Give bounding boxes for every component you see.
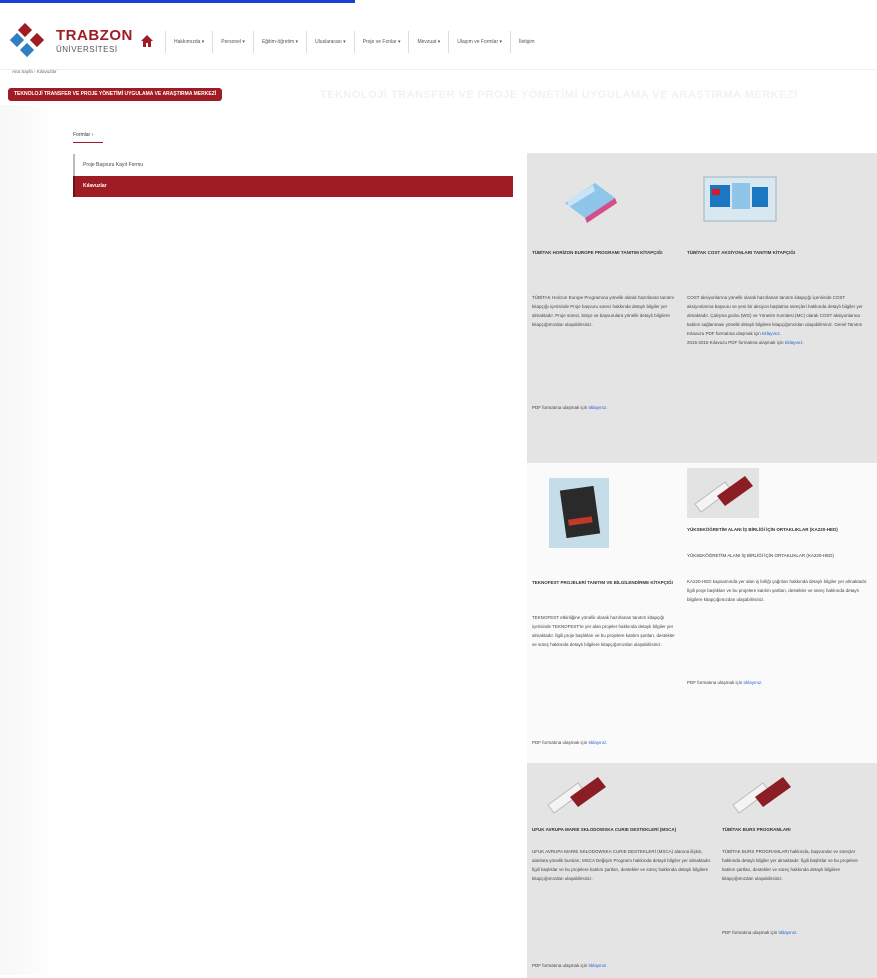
guide-card-title: TÜBİTAK HORİZON EUROPE PROGRAMI TANITIM … xyxy=(532,250,663,255)
pdf-prefix: PDF formatına ulaşmak için xyxy=(532,405,588,410)
guide-card: TÜBİTAK HORİZON EUROPE PROGRAMI TANITIM … xyxy=(527,153,682,463)
guide-card-body: TÜBİTAK Horizon Europe Programına yöneli… xyxy=(532,295,674,327)
nav-item-uluslararasi[interactable]: Uluslararası ▾ xyxy=(306,31,354,53)
nav-item-ulasim-formlar[interactable]: Ulaşım ve Formlar ▾ xyxy=(448,31,510,53)
brochure-thumbnail-icon xyxy=(703,176,777,222)
guide-card-subtitle: YÜKSEKÖĞRETİM ALANI İŞ BİRLİĞİ İÇİN ORTA… xyxy=(687,553,834,558)
brochure-thumbnail-icon xyxy=(549,478,609,548)
guide-card-pdf: PDF formatına ulaşmak için tıklayınız. xyxy=(687,678,872,687)
nav-item-personel[interactable]: Personel ▾ xyxy=(212,31,253,53)
site-header: TRABZON ÜNİVERSİTESİ Hakkımızda ▾ Person… xyxy=(0,10,877,70)
brochure-thumbnail-icon xyxy=(732,777,791,814)
brochure-thumbnail-icon xyxy=(547,777,606,814)
main-navigation: Hakkımızda ▾ Personel ▾ Eğitim-öğretim ▾… xyxy=(165,30,543,54)
guide-card: TÜBİTAK BURS PROGRAMLARI TÜBİTAK BURS PR… xyxy=(717,763,877,978)
guide-card: TÜBİTAK COST AKSİYONLARI TANITIM KİTAPÇI… xyxy=(682,153,877,463)
sidebar-heading-underline xyxy=(73,142,103,143)
nav-item-hakkimizda[interactable]: Hakkımızda ▾ xyxy=(165,31,212,53)
pdf-prefix: PDF formatına ulaşmak için xyxy=(722,930,778,935)
nav-item-mevzuat[interactable]: Mevzuat ▾ xyxy=(408,31,448,53)
guide-card-body: COST aksiyonlarına yönelik olarak hazırl… xyxy=(687,293,872,347)
sidebar-menu: Proje Başvuru Kayıt Formu Kılavuzlar xyxy=(73,154,513,197)
guide-card-body-text: COST aksiyonlarına yönelik olarak hazırl… xyxy=(687,295,863,336)
guide-card-title: TEKNOFEST PROJELERİ TANITIM VE BİLGİLEND… xyxy=(532,580,673,585)
sidebar-item-proje-basvuru[interactable]: Proje Başvuru Kayıt Formu xyxy=(73,154,513,176)
guide-card-title: YÜKSEKÖĞRETİM ALANI İŞ BİRLİĞİ İÇİN ORTA… xyxy=(687,527,838,532)
pdf-link[interactable]: tıklayınız. xyxy=(589,963,608,968)
logo-subtitle: ÜNİVERSİTESİ xyxy=(56,45,118,54)
page-title: TEKNOLOJİ TRANSFER VE PROJE YÖNETİMİ UYG… xyxy=(8,88,223,101)
guide-card-body: UFUK AVRUPA MARIE SKŁODOWSKA CURIE DESTE… xyxy=(532,849,712,881)
nav-item-iletisim[interactable]: İletişim xyxy=(510,31,543,53)
breadcrumb[interactable]: Ana Sayfa › Kılavuzlar xyxy=(12,69,57,74)
guide-card-body: TEKNOFEST etkinliğine yönelik olarak haz… xyxy=(532,615,675,647)
guide-card-pdf: PDF formatına ulaşmak için tıklayınız. xyxy=(532,403,677,412)
pdf-link[interactable]: tıklayınız. xyxy=(744,680,763,685)
university-logo-icon[interactable] xyxy=(10,23,50,63)
guide-card: UFUK AVRUPA MARIE SKŁODOWSKA CURIE DESTE… xyxy=(527,763,717,978)
guide-card: YÜKSEKÖĞRETİM ALANI İŞ BİRLİĞİ İÇİN ORTA… xyxy=(682,463,877,763)
pdf-prefix: PDF formatına ulaşmak için xyxy=(532,963,588,968)
logo-title: TRABZON xyxy=(56,27,133,44)
browser-top-strip xyxy=(0,0,877,8)
guide-card: TEKNOFEST PROJELERİ TANITIM VE BİLGİLEND… xyxy=(527,463,682,763)
pdf-link[interactable]: tıklayınız. xyxy=(762,331,781,336)
pdf-link[interactable]: tıklayınız. xyxy=(779,930,798,935)
left-watermark-decoration xyxy=(0,105,60,975)
sidebar-heading[interactable]: Formlar › xyxy=(73,132,93,138)
home-icon[interactable] xyxy=(140,34,154,48)
sidebar-item-kilavuzlar[interactable]: Kılavuzlar xyxy=(73,176,513,197)
guide-card-pdf: PDF formatına ulaşmak için tıklayınız. xyxy=(532,738,677,747)
pdf-link-2015[interactable]: tıklayınız. xyxy=(785,340,804,345)
guide-card-title: TÜBİTAK COST AKSİYONLARI TANITIM KİTAPÇI… xyxy=(687,250,796,255)
pdf-prefix: PDF formatına ulaşmak için xyxy=(532,740,588,745)
pdf-prefix: PDF formatına ulaşmak için xyxy=(687,680,743,685)
brochure-thumbnail-icon xyxy=(687,468,759,518)
page-title-watermark: TEKNOLOJİ TRANSFER VE PROJE YÖNETİMİ UYG… xyxy=(320,89,798,101)
pdf-link[interactable]: tıklayınız. xyxy=(589,740,608,745)
top-blue-bar xyxy=(0,0,355,3)
guide-card-extra: 2015-2016 Kılavuzu PDF formatına ulaşmak… xyxy=(687,340,784,345)
guide-card-title: UFUK AVRUPA MARIE SKŁODOWSKA CURIE DESTE… xyxy=(532,827,677,832)
pdf-link[interactable]: tıklayınız. xyxy=(589,405,608,410)
guide-card-body: TÜBİTAK BURS PROGRAMLARI hakkında, başvu… xyxy=(722,849,858,881)
nav-item-proje-fonlar[interactable]: Proje ve Fonlar ▾ xyxy=(353,31,409,53)
guide-card-pdf: PDF formatına ulaşmak için tıklayınız. xyxy=(532,961,712,970)
nav-item-egitim[interactable]: Eğitim-öğretim ▾ xyxy=(252,31,306,53)
guide-card-title: TÜBİTAK BURS PROGRAMLARI xyxy=(722,827,791,832)
brochure-thumbnail-icon xyxy=(565,183,617,223)
guide-card-body: KA220-HED kapsamında yer alan iş birliği… xyxy=(687,579,868,602)
guide-card-pdf: PDF formatına ulaşmak için tıklayınız. xyxy=(722,928,872,937)
